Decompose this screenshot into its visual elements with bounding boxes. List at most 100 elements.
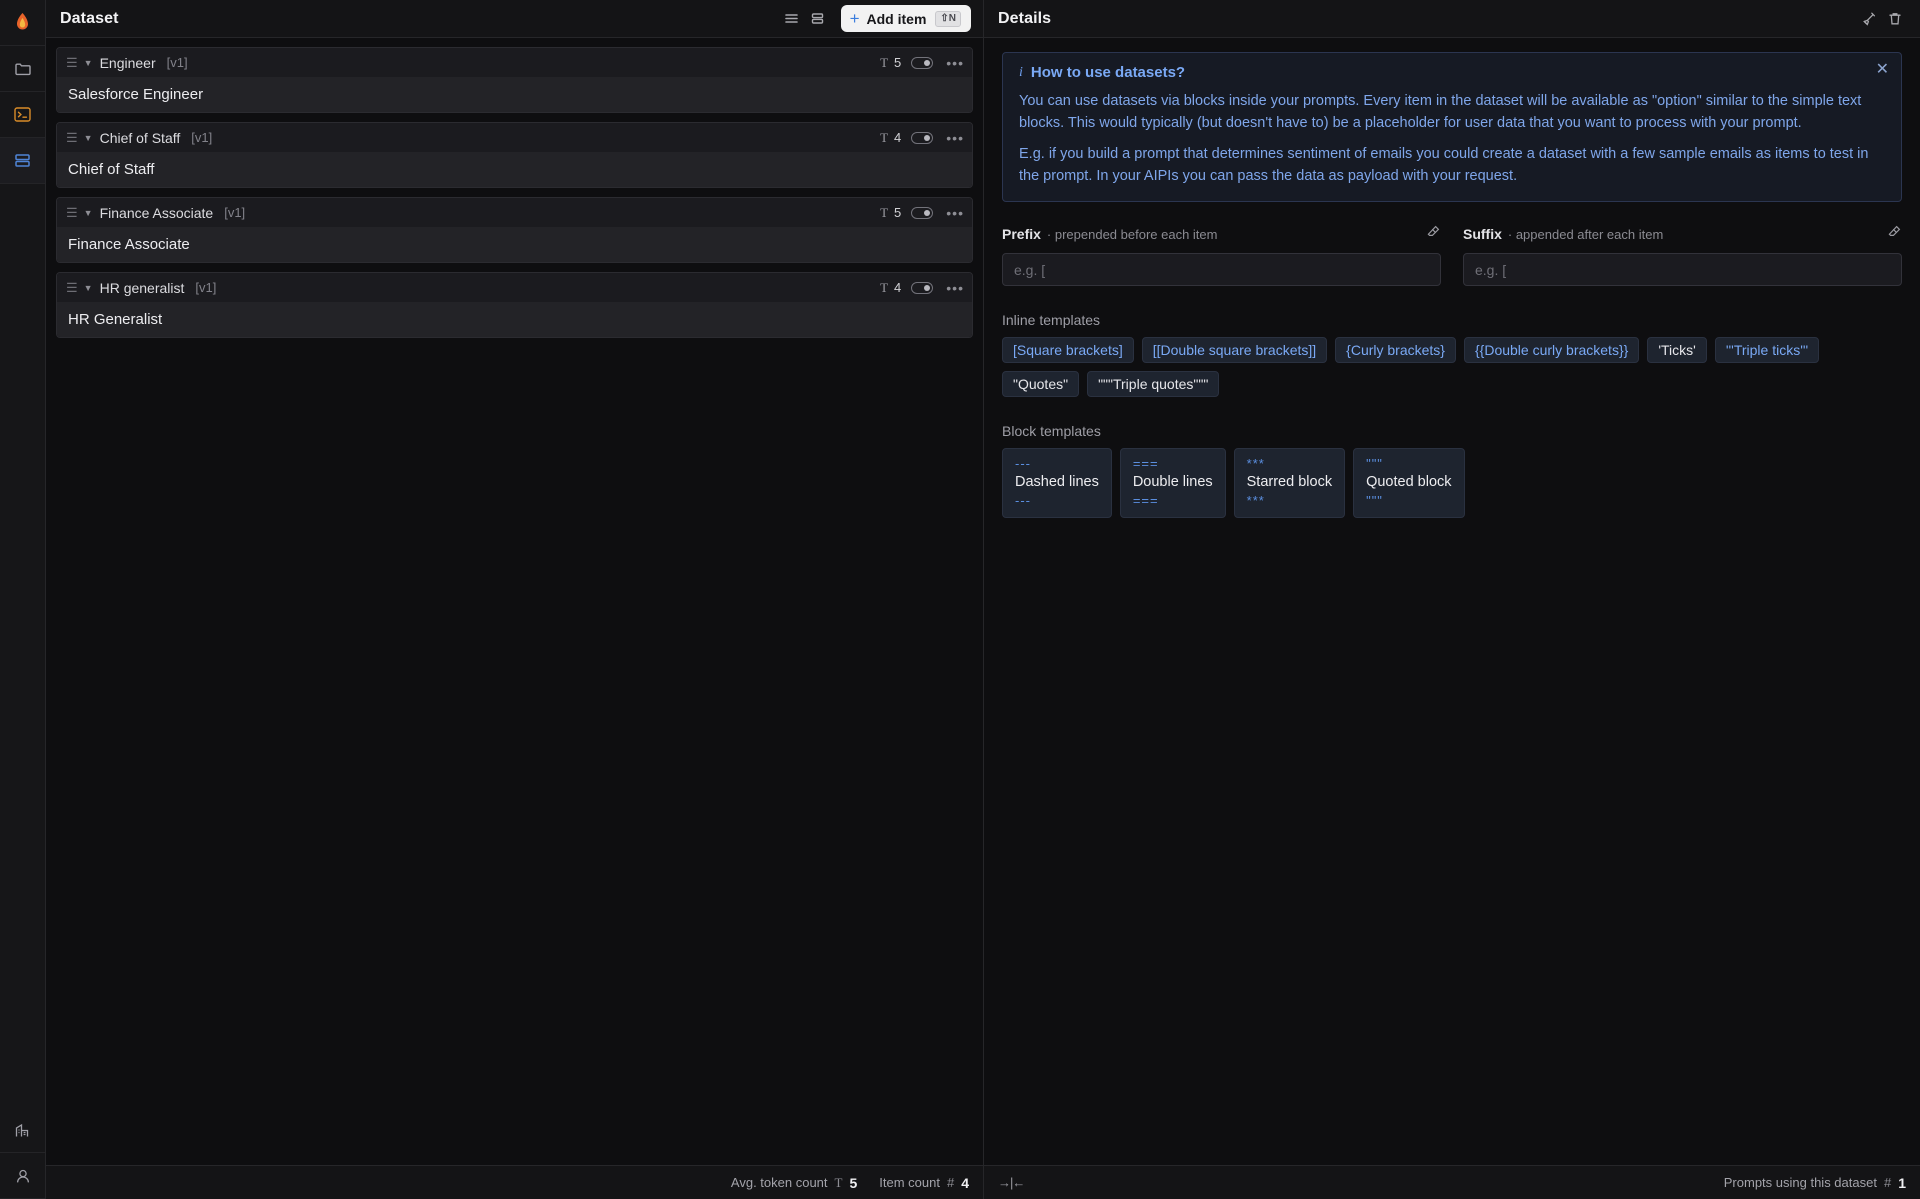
block-template-card[interactable]: """ Quoted block """ xyxy=(1353,448,1465,519)
list-item-header[interactable]: ☰ ▼ Chief of Staff [v1] T 4 ••• xyxy=(57,123,972,152)
list-item-toggle[interactable] xyxy=(911,281,934,294)
list-item-value[interactable]: Finance Associate xyxy=(57,227,972,262)
list-item-header[interactable]: ☰ ▼ Finance Associate [v1] T 5 ••• xyxy=(57,198,972,227)
drag-handle-icon[interactable]: ☰ xyxy=(66,130,78,146)
inline-template-chip[interactable]: 'Ticks' xyxy=(1647,337,1707,364)
chevron-down-icon[interactable]: ▼ xyxy=(84,133,93,143)
block-template-card[interactable]: --- Dashed lines --- xyxy=(1002,448,1112,519)
list-item-version: [v1] xyxy=(191,130,213,145)
list-item-toggle[interactable] xyxy=(911,56,934,69)
block-mark-bottom: === xyxy=(1132,493,1159,509)
user-icon xyxy=(14,1167,32,1185)
list-item-value[interactable]: Salesforce Engineer xyxy=(57,77,972,112)
terminal-icon xyxy=(13,105,32,124)
dataset-header: Dataset + Add item ⇧N xyxy=(46,0,983,38)
rail-item-terminal[interactable] xyxy=(0,92,45,138)
details-pane: Details i How to use datasets? ✕ You can… xyxy=(984,0,1920,1199)
database-icon xyxy=(13,151,32,170)
drag-handle-icon[interactable]: ☰ xyxy=(66,280,78,296)
block-label: Double lines xyxy=(1132,474,1213,491)
drag-handle-icon[interactable]: ☰ xyxy=(66,205,78,221)
inline-template-chip[interactable]: {Curly brackets} xyxy=(1335,337,1456,364)
list-item-toggle[interactable] xyxy=(911,131,934,144)
inline-template-chip[interactable]: "Quotes" xyxy=(1002,371,1080,398)
list-item-value[interactable]: HR Generalist xyxy=(57,302,972,337)
close-icon[interactable]: ✕ xyxy=(1876,62,1889,78)
prefix-suffix-row: Prefix · prepended before each item e.g.… xyxy=(1002,224,1902,287)
split-view-icon[interactable] xyxy=(805,6,831,32)
add-item-label: Add item xyxy=(866,10,927,27)
folder-icon xyxy=(14,60,32,78)
details-title: Details xyxy=(998,9,1052,27)
block-templates-label: Block templates xyxy=(1002,423,1101,440)
suffix-input[interactable] xyxy=(1463,253,1902,287)
block-mark-top: """ xyxy=(1366,456,1383,472)
prefix-label: Prefix xyxy=(1002,226,1041,243)
dataset-status-bar: Avg. token count T 5 Item count # 4 xyxy=(46,1165,983,1199)
list-item-menu-icon[interactable]: ••• xyxy=(946,55,964,71)
list-item-name: Engineer xyxy=(99,54,156,71)
list-item-header[interactable]: ☰ ▼ Engineer [v1] T 5 ••• xyxy=(57,48,972,77)
dataset-pane: Dataset + Add item ⇧N ☰ ▼ Engineer [v1] … xyxy=(46,0,984,1199)
list-item-header[interactable]: ☰ ▼ HR generalist [v1] T 4 ••• xyxy=(57,273,972,302)
rail-item-organization[interactable] xyxy=(0,1107,45,1153)
prefix-eraser-icon[interactable] xyxy=(1426,224,1441,244)
block-template-card[interactable]: === Double lines === xyxy=(1119,448,1226,519)
rail-item-datasets[interactable] xyxy=(0,138,45,184)
inline-template-chip[interactable]: """Triple quotes""" xyxy=(1087,371,1220,398)
list-item: ☰ ▼ Engineer [v1] T 5 ••• Salesforce Eng… xyxy=(56,47,973,113)
rail-spacer xyxy=(0,184,45,1107)
prompts-using-dataset: Prompts using this dataset # 1 xyxy=(1724,1175,1906,1191)
prefix-input[interactable] xyxy=(1002,253,1441,287)
text-icon: T xyxy=(880,204,889,220)
chevron-down-icon[interactable]: ▼ xyxy=(84,58,93,68)
list-item-menu-icon[interactable]: ••• xyxy=(946,205,964,221)
inline-template-chip[interactable]: [[Double square brackets]] xyxy=(1141,337,1328,364)
token-count: T 4 xyxy=(880,130,901,146)
text-icon: T xyxy=(880,279,889,295)
list-item-menu-icon[interactable]: ••• xyxy=(946,130,964,146)
suffix-field-group: Suffix · appended after each item xyxy=(1463,224,1902,287)
trash-icon[interactable] xyxy=(1882,6,1908,32)
item-count-label: Item count xyxy=(879,1175,940,1190)
list-item-value[interactable]: Chief of Staff xyxy=(57,152,972,187)
prefix-hint: · prepended before each item xyxy=(1046,226,1218,242)
suffix-eraser-icon[interactable] xyxy=(1887,224,1902,244)
collapse-horizontal-icon[interactable]: →|← xyxy=(998,1175,1025,1190)
inline-template-chip[interactable]: '''Triple ticks''' xyxy=(1714,337,1820,364)
list-item: ☰ ▼ Finance Associate [v1] T 5 ••• Finan… xyxy=(56,197,973,263)
list-item-toggle[interactable] xyxy=(911,206,934,219)
block-label: Starred block xyxy=(1246,474,1333,491)
chevron-down-icon[interactable]: ▼ xyxy=(84,283,93,293)
block-templates-list: --- Dashed lines --- === Double lines ==… xyxy=(1002,448,1902,519)
block-mark-bottom: *** xyxy=(1246,493,1265,509)
list-item: ☰ ▼ HR generalist [v1] T 4 ••• HR Genera… xyxy=(56,272,973,338)
list-item-name: Finance Associate xyxy=(99,204,214,221)
block-template-card[interactable]: *** Starred block *** xyxy=(1233,448,1346,519)
block-label: Quoted block xyxy=(1366,474,1452,491)
info-icon: i xyxy=(1019,64,1023,80)
inline-template-chip[interactable]: [Square brackets] xyxy=(1002,337,1134,364)
app-root: Dataset + Add item ⇧N ☰ ▼ Engineer [v1] … xyxy=(0,0,1920,1199)
flame-icon xyxy=(14,12,31,33)
chevron-down-icon[interactable]: ▼ xyxy=(84,208,93,218)
hash-icon: # xyxy=(1883,1175,1892,1190)
add-item-button[interactable]: + Add item ⇧N xyxy=(840,5,971,32)
drag-handle-icon[interactable]: ☰ xyxy=(66,55,78,71)
token-count: T 5 xyxy=(880,205,901,221)
info-paragraph: You can use datasets via blocks inside y… xyxy=(1019,93,1862,132)
token-count-value: 5 xyxy=(894,55,902,70)
rail-item-account[interactable] xyxy=(0,1153,45,1199)
left-rail xyxy=(0,0,46,1199)
prefix-field-group: Prefix · prepended before each item xyxy=(1002,224,1441,287)
rail-item-files[interactable] xyxy=(0,46,45,92)
app-logo[interactable] xyxy=(0,0,45,46)
broom-icon[interactable] xyxy=(1856,6,1882,32)
list-item-menu-icon[interactable]: ••• xyxy=(946,280,964,296)
hash-icon: # xyxy=(946,1175,955,1190)
details-status-bar: →|← Prompts using this dataset # 1 xyxy=(984,1165,1920,1199)
list-view-icon[interactable] xyxy=(779,6,805,32)
block-mark-bottom: --- xyxy=(1015,493,1031,509)
add-item-shortcut: ⇧N xyxy=(935,10,961,27)
inline-template-chip[interactable]: {{Double curly brackets}} xyxy=(1463,337,1640,364)
